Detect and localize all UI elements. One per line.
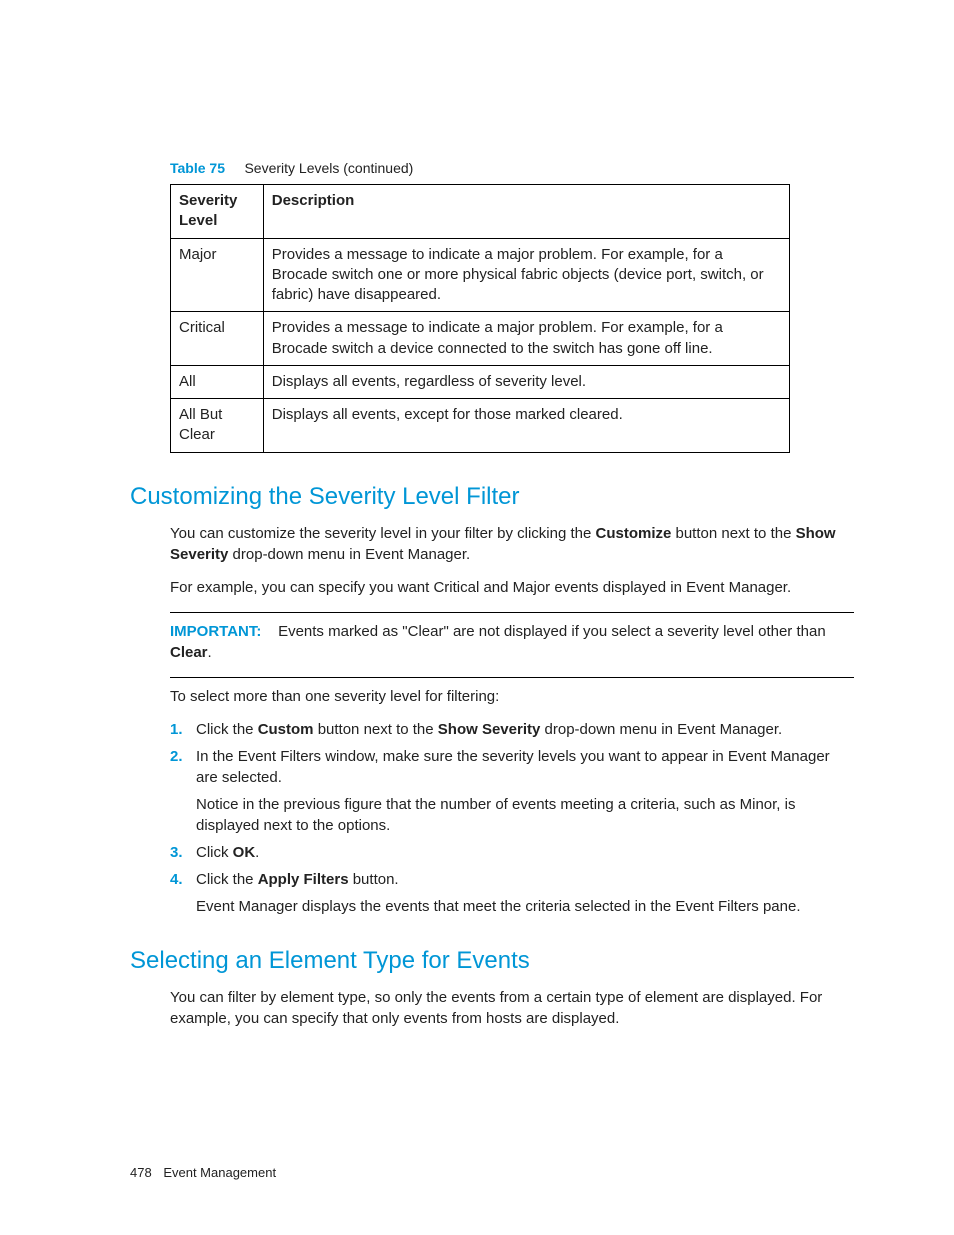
important-note: IMPORTANT: Events marked as "Clear" are …: [170, 621, 854, 663]
text-run: Events marked as "Clear" are not display…: [278, 623, 826, 640]
step-number: 3.: [170, 842, 183, 863]
step-note: Notice in the previous figure that the n…: [196, 794, 854, 836]
table-label: Table 75: [170, 160, 225, 176]
severity-table: Severity Level Description Major Provide…: [170, 184, 790, 453]
text-run: Click the: [196, 721, 258, 738]
footer-title: Event Management: [163, 1165, 276, 1180]
cell-desc: Displays all events, regardless of sever…: [263, 365, 789, 398]
cell-desc: Provides a message to indicate a major p…: [263, 238, 789, 312]
bold-text: Apply Filters: [258, 871, 349, 888]
bold-text: Custom: [258, 721, 314, 738]
text-run: You can customize the severity level in …: [170, 525, 595, 542]
list-item: 1. Click the Custom button next to the S…: [170, 719, 854, 740]
page-footer: 478 Event Management: [130, 1165, 276, 1180]
cell-level: Major: [171, 238, 264, 312]
section2-body: You can filter by element type, so only …: [170, 987, 854, 1029]
divider: [170, 612, 854, 613]
bold-text: Clear: [170, 644, 208, 661]
text-run: Click the: [196, 871, 258, 888]
paragraph: For example, you can specify you want Cr…: [170, 577, 854, 598]
col-header-description: Description: [263, 185, 789, 239]
col-header-severity: Severity Level: [171, 185, 264, 239]
text-run: drop-down menu in Event Manager.: [228, 546, 470, 563]
table-row: Major Provides a message to indicate a m…: [171, 238, 790, 312]
bold-text: OK: [233, 844, 256, 861]
table-caption: Table 75 Severity Levels (continued): [170, 160, 854, 176]
section-heading-selecting: Selecting an Element Type for Events: [130, 947, 854, 975]
paragraph: You can filter by element type, so only …: [170, 987, 854, 1029]
cell-level: All But Clear: [171, 399, 264, 453]
table-header-row: Severity Level Description: [171, 185, 790, 239]
text-run: .: [255, 844, 259, 861]
text-run: Click: [196, 844, 233, 861]
step-number: 1.: [170, 719, 183, 740]
bold-text: Customize: [595, 525, 671, 542]
section-heading-customizing: Customizing the Severity Level Filter: [130, 483, 854, 511]
paragraph: You can customize the severity level in …: [170, 523, 854, 565]
list-item: 4. Click the Apply Filters button. Event…: [170, 869, 854, 917]
bold-text: Show Severity: [438, 721, 541, 738]
text-run: .: [208, 644, 212, 661]
table-row: All Displays all events, regardless of s…: [171, 365, 790, 398]
cell-desc: Provides a message to indicate a major p…: [263, 312, 789, 366]
cell-desc: Displays all events, except for those ma…: [263, 399, 789, 453]
table-caption-text: Severity Levels (continued): [244, 160, 413, 176]
page-number: 478: [130, 1165, 152, 1180]
divider: [170, 677, 854, 678]
steps-list: 1. Click the Custom button next to the S…: [170, 719, 854, 917]
list-item: 2. In the Event Filters window, make sur…: [170, 746, 854, 836]
paragraph: To select more than one severity level f…: [170, 686, 854, 707]
text-run: drop-down menu in Event Manager.: [540, 721, 782, 738]
text-run: button next to the: [314, 721, 438, 738]
important-label: IMPORTANT:: [170, 623, 261, 640]
step-number: 4.: [170, 869, 183, 890]
cell-level: All: [171, 365, 264, 398]
step-number: 2.: [170, 746, 183, 767]
step-note: Event Manager displays the events that m…: [196, 896, 854, 917]
table-row: All But Clear Displays all events, excep…: [171, 399, 790, 453]
section1-body: You can customize the severity level in …: [170, 523, 854, 917]
list-item: 3. Click OK.: [170, 842, 854, 863]
text-run: In the Event Filters window, make sure t…: [196, 748, 830, 786]
document-page: Table 75 Severity Levels (continued) Sev…: [0, 0, 954, 1235]
text-run: button next to the: [671, 525, 795, 542]
text-run: button.: [349, 871, 399, 888]
table-caption-row: Table 75 Severity Levels (continued): [170, 160, 854, 176]
cell-level: Critical: [171, 312, 264, 366]
table-row: Critical Provides a message to indicate …: [171, 312, 790, 366]
